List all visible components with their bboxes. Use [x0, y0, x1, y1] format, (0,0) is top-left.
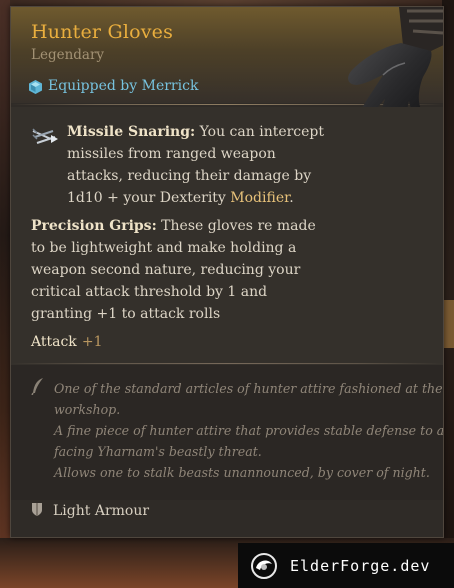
equipped-by-label: Equipped by Merrick	[48, 78, 199, 94]
modifier-keyword[interactable]: Modifier	[230, 190, 289, 206]
armour-type-label: Light Armour	[53, 503, 150, 519]
item-rarity: Legendary	[31, 47, 105, 63]
attack-bonus: Attack +1	[31, 331, 103, 350]
precision-grips-description: Precision Grips: These gloves re made to…	[31, 215, 331, 325]
lore-line: facing Yharnam's beastly threat.	[54, 444, 262, 459]
attack-value: +1	[81, 334, 103, 350]
equipped-row: Equipped by Merrick	[29, 77, 198, 95]
missile-snaring-end: .	[289, 190, 294, 206]
lore-text: One of the standard articles of hunter a…	[54, 378, 444, 483]
character-crystal-icon	[29, 79, 42, 94]
left-scene-edge	[0, 0, 10, 588]
quill-icon	[31, 377, 45, 396]
lore-line: Allows one to stalk beasts unannounced, …	[54, 465, 430, 480]
missile-snaring-description: Missile Snaring: You can intercept missi…	[67, 121, 327, 209]
lore-line: One of the standard articles of hunter a…	[54, 381, 443, 396]
armour-type-row: Light Armour	[31, 501, 149, 521]
elderforge-logo-icon	[250, 552, 278, 580]
arrow-catch-icon	[31, 125, 59, 147]
shield-icon	[31, 502, 43, 521]
precision-grips-title: Precision Grips:	[31, 218, 157, 234]
watermark-text: ElderForge.dev	[290, 556, 431, 575]
lore-line: A fine piece of hunter attire that provi…	[54, 423, 444, 438]
watermark-badge: ElderForge.dev	[238, 543, 454, 588]
lore-line: workshop.	[54, 402, 121, 417]
lore-divider	[11, 363, 443, 364]
missile-snaring-title: Missile Snaring:	[67, 124, 196, 140]
item-tooltip: Hunter Gloves Legendary Equipped by Merr…	[10, 6, 444, 538]
attack-label: Attack	[31, 334, 77, 350]
item-name: Hunter Gloves	[31, 21, 174, 43]
